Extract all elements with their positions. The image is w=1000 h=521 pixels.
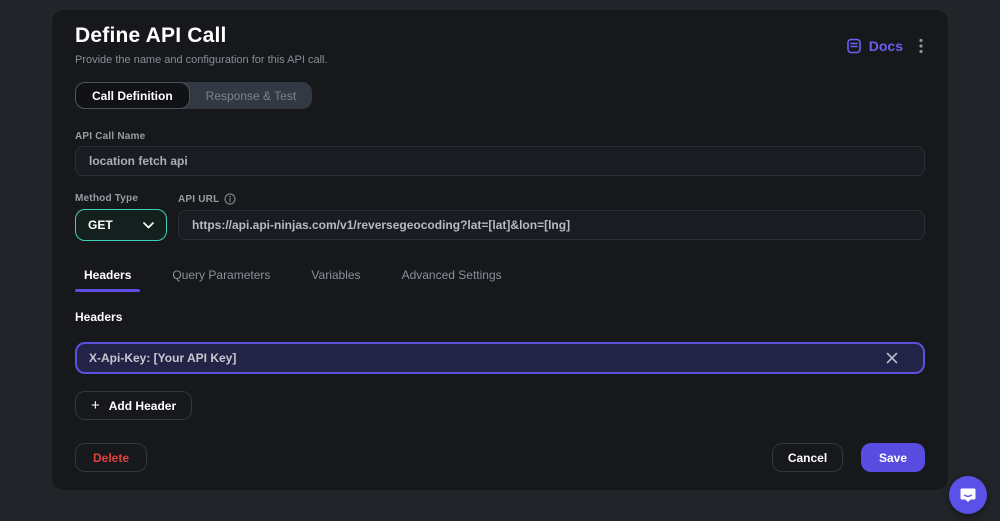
cancel-button[interactable]: Cancel — [772, 443, 843, 472]
docs-link[interactable]: Docs — [846, 38, 903, 54]
tab-variables[interactable]: Variables — [302, 268, 369, 292]
info-icon — [224, 193, 237, 205]
define-api-call-dialog: Define API Call Provide the name and con… — [52, 10, 948, 490]
delete-button[interactable]: Delete — [75, 443, 147, 472]
save-button[interactable]: Save — [861, 443, 925, 472]
definition-response-tab-group: Call Definition Response & Test — [75, 82, 313, 109]
method-type-value: GET — [88, 218, 113, 232]
header-entry-input[interactable]: X-Api-Key: [Your API Key] — [75, 342, 925, 374]
api-call-name-value: location fetch api — [89, 154, 188, 168]
kebab-menu-button[interactable] — [917, 36, 925, 56]
tab-query-parameters[interactable]: Query Parameters — [163, 268, 279, 292]
method-type-label: Method Type — [75, 193, 139, 204]
chevron-down-icon — [143, 221, 154, 229]
method-type-select[interactable]: GET — [75, 209, 167, 241]
request-config-tab-bar: Headers Query Parameters Variables Advan… — [75, 268, 925, 292]
header-actions: Docs — [846, 36, 925, 56]
footer-actions: Cancel Save — [772, 443, 925, 472]
page-subtitle: Provide the name and configuration for t… — [75, 54, 328, 66]
api-url-label-text: API URL — [178, 193, 220, 205]
api-call-name-label: API Call Name — [75, 131, 146, 142]
header-entry-value: X-Api-Key: [Your API Key] — [89, 351, 237, 365]
add-header-label: Add Header — [108, 398, 177, 413]
chat-launcher-button[interactable] — [949, 476, 987, 514]
close-icon — [886, 352, 898, 364]
docs-label: Docs — [868, 38, 903, 54]
api-url-label: API URL — [178, 193, 237, 205]
docs-icon — [846, 38, 862, 54]
chat-bubble-icon — [959, 486, 977, 504]
api-url-input[interactable]: https://api.api-ninjas.com/v1/reversegeo… — [178, 210, 925, 240]
api-url-value: https://api.api-ninjas.com/v1/reversegeo… — [192, 218, 571, 232]
kebab-menu-icon — [919, 38, 923, 54]
remove-header-button[interactable] — [881, 347, 903, 369]
page-title: Define API Call — [75, 24, 227, 47]
headers-section-label: Headers — [75, 310, 123, 324]
tab-call-definition[interactable]: Call Definition — [75, 82, 190, 109]
plus-icon: + — [91, 397, 100, 414]
tab-response-and-test[interactable]: Response & Test — [190, 82, 313, 109]
tab-advanced-settings[interactable]: Advanced Settings — [393, 268, 511, 292]
add-header-button[interactable]: + Add Header — [75, 391, 193, 420]
api-call-name-input[interactable]: location fetch api — [75, 146, 925, 176]
tab-headers[interactable]: Headers — [75, 268, 141, 292]
